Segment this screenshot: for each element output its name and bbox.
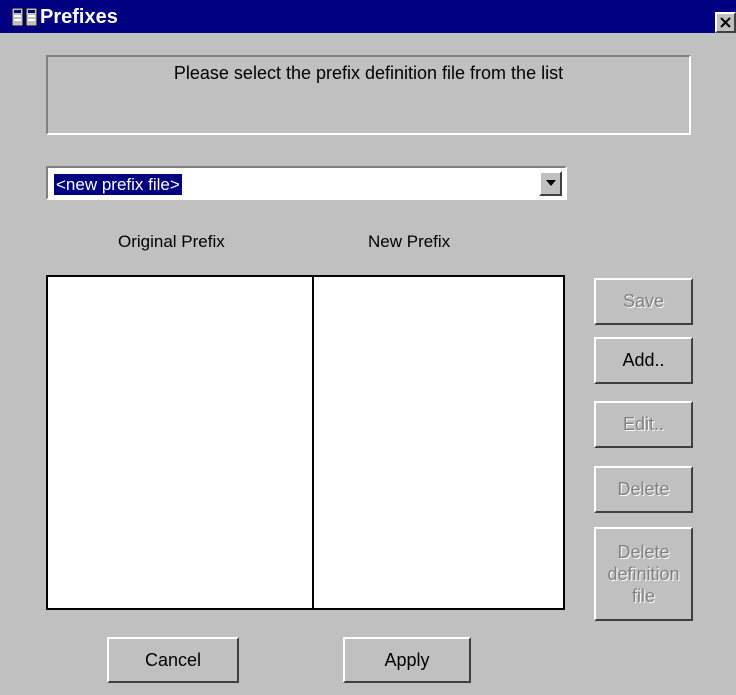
window-title: Prefixes (40, 6, 118, 28)
delete-button[interactable]: Delete (594, 466, 693, 513)
dropdown-selected-value: <new prefix file> (54, 174, 182, 195)
apply-button[interactable]: Apply (343, 637, 471, 683)
app-window-icon (11, 7, 38, 27)
dropdown-arrow-icon (546, 180, 556, 186)
instruction-panel: Please select the prefix definition file… (46, 55, 691, 135)
delete-definition-label-line2: definition file (607, 564, 680, 606)
delete-definition-file-button[interactable]: Delete definition file (594, 527, 693, 621)
cancel-button[interactable]: Cancel (107, 637, 239, 683)
instruction-text: Please select the prefix definition file… (173, 63, 564, 83)
dropdown-arrow-button[interactable] (539, 171, 562, 196)
close-icon (720, 17, 731, 28)
add-button[interactable]: Add.. (594, 337, 693, 384)
original-prefix-header: Original Prefix (118, 232, 225, 251)
original-prefix-list[interactable] (46, 275, 314, 610)
title-bar: Prefixes (0, 0, 736, 33)
prefix-file-dropdown[interactable]: <new prefix file> (46, 166, 567, 200)
new-prefix-header: New Prefix (368, 232, 451, 251)
close-button[interactable] (715, 12, 736, 33)
delete-definition-label-line1: Delete (617, 542, 670, 562)
save-button[interactable]: Save (594, 278, 693, 325)
edit-button[interactable]: Edit.. (594, 401, 693, 448)
new-prefix-list[interactable] (312, 275, 565, 610)
